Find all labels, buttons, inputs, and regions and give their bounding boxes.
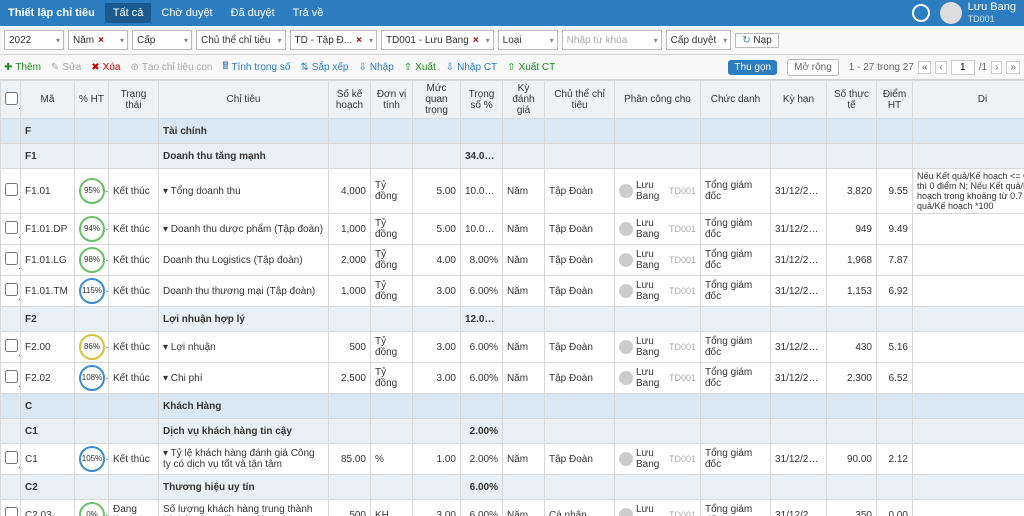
tab-pending[interactable]: Chờ duyệt: [153, 3, 220, 23]
group-row[interactable]: C1Dịch vụ khách hàng tin cậy2.00%: [1, 419, 1024, 444]
header-row: Mã% HTTrạng tháiChỉ tiêu Số kế hoạchĐơn …: [1, 81, 1024, 119]
collapse-button[interactable]: Thu gọn: [728, 60, 777, 75]
page-next[interactable]: ›: [991, 61, 1002, 74]
row-checkbox[interactable]: [5, 183, 18, 196]
toolbar: ✚ Thêm ✎ Sửa ✖ Xóa ⊕ Tạo chỉ tiêu con 🖩 …: [0, 55, 1024, 80]
avatar-icon: [619, 222, 633, 236]
row-checkbox[interactable]: [5, 252, 18, 265]
assignee[interactable]: Lưu BangTD001: [619, 249, 696, 271]
filter-type[interactable]: Loại: [498, 30, 558, 50]
filter-keyword[interactable]: Nhập từ khóa: [562, 30, 662, 50]
row-checkbox[interactable]: [5, 451, 18, 464]
avatar-icon: [619, 184, 633, 198]
avatar-icon: [619, 253, 633, 267]
avatar-icon: [619, 508, 633, 516]
assignee[interactable]: Lưu BangTD001: [619, 504, 696, 516]
filter-person[interactable]: TD001 - Lưu Bang×: [381, 30, 494, 50]
add-button[interactable]: ✚ Thêm: [4, 62, 41, 73]
pct-ring: 94%: [79, 216, 105, 242]
page-prev[interactable]: ‹: [935, 61, 946, 74]
import-button[interactable]: ⇩ Nhập: [358, 62, 393, 73]
table-row[interactable]: F1.01.DP 94% Kết thúc ▾ Doanh thu dược p…: [1, 214, 1024, 245]
pct-ring: 115%: [79, 278, 105, 304]
assignee[interactable]: Lưu BangTD001: [619, 280, 696, 302]
page-first[interactable]: «: [918, 61, 932, 74]
filter-approve[interactable]: Cấp duyệt: [666, 30, 732, 50]
weight-button[interactable]: 🖩 Tính trọng số: [222, 59, 290, 76]
table-row[interactable]: C1 105% Kết thúc ▾ Tỷ lệ khách hàng đánh…: [1, 444, 1024, 475]
grid[interactable]: Mã% HTTrạng tháiChỉ tiêu Số kế hoạchĐơn …: [0, 80, 1024, 516]
pct-ring: 95%: [79, 178, 105, 204]
assignee[interactable]: Lưu BangTD001: [619, 336, 696, 358]
filter-td[interactable]: TD - Tập Đ...×: [290, 30, 377, 50]
row-checkbox[interactable]: [5, 221, 18, 234]
pct-ring: 108%: [79, 365, 105, 391]
group-row[interactable]: F1Doanh thu tăng mạnh34.00%: [1, 144, 1024, 169]
page-input[interactable]: [951, 60, 975, 75]
delete-button[interactable]: ✖ Xóa: [91, 62, 120, 73]
view-tabs: Tất cả Chờ duyệt Đã duyệt Trả về: [105, 3, 332, 23]
group-row[interactable]: FTài chính: [1, 119, 1024, 144]
sort-button[interactable]: ⇅ Sắp xếp: [300, 62, 348, 73]
table-row[interactable]: F1.01.TM 115% Kết thúc Doanh thu thương …: [1, 276, 1024, 307]
avatar: [940, 2, 962, 24]
group-row[interactable]: CKhách Hàng: [1, 394, 1024, 419]
table-row[interactable]: F2.02 108% Kết thúc ▾ Chi phí 2,500Tỷ đồ…: [1, 363, 1024, 394]
pct-ring: 86%: [79, 334, 105, 360]
assignee[interactable]: Lưu BangTD001: [619, 448, 696, 470]
avatar-icon: [619, 340, 633, 354]
exportct-button[interactable]: ⇧ Xuất CT: [507, 62, 555, 73]
pager: 1 - 27 trong 27 « ‹ /1 › »: [849, 60, 1020, 75]
assignee[interactable]: Lưu BangTD001: [619, 367, 696, 389]
export-button[interactable]: ⇧ Xuất: [404, 62, 436, 73]
topbar: Thiết lập chỉ tiêu Tất cả Chờ duyệt Đã d…: [0, 0, 1024, 26]
pct-ring: 105%: [79, 446, 105, 472]
row-checkbox[interactable]: [5, 370, 18, 383]
user-menu[interactable]: Lưu BangTD001: [940, 1, 1016, 25]
group-row[interactable]: F2Lợi nhuận hợp lý12.00%: [1, 307, 1024, 332]
assignee[interactable]: Lưu BangTD001: [619, 180, 696, 202]
avatar-icon: [619, 371, 633, 385]
expand-button[interactable]: Mở rộng: [787, 59, 839, 76]
kpi-table: Mã% HTTrạng tháiChỉ tiêu Số kế hoạchĐơn …: [0, 80, 1024, 516]
addchild-button[interactable]: ⊕ Tạo chỉ tiêu con: [130, 62, 212, 73]
avatar-icon: [619, 284, 633, 298]
filter-period[interactable]: Năm×: [68, 30, 128, 50]
filter-level[interactable]: Cấp: [132, 30, 192, 50]
load-button[interactable]: Nạp: [735, 33, 779, 48]
group-row[interactable]: C2Thương hiệu uy tín6.00%: [1, 475, 1024, 500]
tab-returned[interactable]: Trả về: [285, 3, 332, 23]
row-checkbox[interactable]: [5, 339, 18, 352]
tab-all[interactable]: Tất cả: [105, 3, 152, 23]
filter-subject[interactable]: Chủ thể chỉ tiêu: [196, 30, 286, 50]
table-row[interactable]: C2.03 0% Đang làm Số lượng khách hàng tr…: [1, 500, 1024, 516]
assignee[interactable]: Lưu BangTD001: [619, 218, 696, 240]
notification-icon[interactable]: [912, 4, 930, 22]
filter-year[interactable]: 2022: [4, 30, 64, 50]
row-checkbox[interactable]: [5, 507, 18, 516]
avatar-icon: [619, 452, 633, 466]
table-row[interactable]: F2.00 86% Kết thúc ▾ Lợi nhuận 500Tỷ đồn…: [1, 332, 1024, 363]
tab-approved[interactable]: Đã duyệt: [223, 3, 283, 23]
page-title: Thiết lập chỉ tiêu: [8, 7, 95, 19]
filter-bar: 2022 Năm× Cấp Chủ thể chỉ tiêu TD - Tập …: [0, 26, 1024, 55]
select-all[interactable]: [5, 92, 18, 105]
importct-button[interactable]: ⇩ Nhập CT: [446, 62, 497, 73]
table-row[interactable]: F1.01.LG 98% Kết thúc Doanh thu Logistic…: [1, 245, 1024, 276]
table-row[interactable]: F1.01 95% Kết thúc ▾ Tổng doanh thu 4,00…: [1, 169, 1024, 214]
edit-button[interactable]: ✎ Sửa: [51, 62, 81, 73]
pct-ring: 0%: [79, 502, 105, 516]
pct-ring: 98%: [79, 247, 105, 273]
row-checkbox[interactable]: [5, 283, 18, 296]
page-last[interactable]: »: [1006, 61, 1020, 74]
